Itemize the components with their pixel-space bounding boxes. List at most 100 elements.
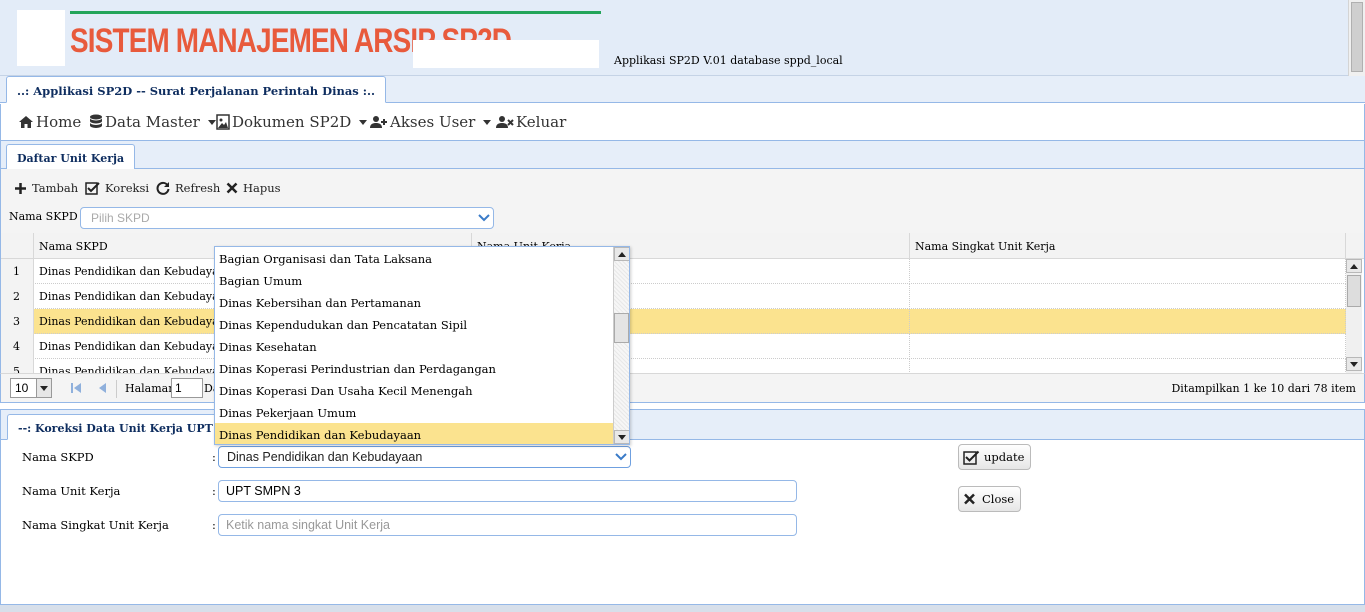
pager-separator	[116, 380, 117, 398]
dropdown-option[interactable]: Dinas Pekerjaan Umum	[215, 401, 613, 423]
koreksi-button[interactable]: Koreksi	[85, 181, 149, 195]
remove-user-icon	[496, 116, 514, 128]
grid-scrollbar[interactable]	[1346, 259, 1362, 373]
tab-daftar-unit-kerja[interactable]: Daftar Unit Kerja	[6, 144, 136, 170]
page-number-input[interactable]: 1	[171, 378, 203, 398]
arrow-down-icon	[618, 434, 626, 440]
menu-keluar[interactable]: Keluar	[496, 113, 566, 131]
page-scrollbar[interactable]	[1348, 0, 1365, 76]
table-row[interactable]: 2 Dinas Pendidikan dan Kebudayaan	[1, 284, 1346, 309]
close-label: Close	[982, 492, 1015, 506]
skpd-filter-placeholder: Pilih SKPD	[91, 211, 150, 225]
menu-data-master[interactable]: Data Master	[89, 113, 216, 131]
scroll-up-button[interactable]	[614, 247, 629, 261]
scroll-down-button[interactable]	[1346, 357, 1362, 371]
arrow-up-icon	[1350, 263, 1358, 269]
colon: :	[212, 484, 216, 498]
row-number-header	[1, 233, 34, 259]
dropdown-option[interactable]: Bagian Organisasi dan Tata Laksana	[215, 247, 613, 269]
dropdown-scrollbar[interactable]	[613, 247, 629, 444]
dropdown-option[interactable]: Dinas Kebersihan dan Pertamanan	[215, 291, 613, 313]
banner-blank-area	[413, 40, 599, 68]
app-version: Applikasi SP2D V.01 database sppd_local	[614, 54, 843, 67]
scroll-up-button[interactable]	[1346, 259, 1362, 273]
nama-skpd-label: Nama SKPD	[22, 450, 94, 464]
cell-nama-singkat	[910, 359, 1346, 373]
menu-dokumen-label: Dokumen SP2D	[232, 113, 352, 131]
nama-unit-kerja-input[interactable]: UPT SMPN 3	[218, 480, 797, 502]
dropdown-option[interactable]: Dinas Koperasi Dan Usaha Kecil Menengah	[215, 379, 613, 401]
form-tab-strip: --: Koreksi Data Unit Kerja UPT SMP	[1, 410, 1364, 440]
menu-akses-user-label: Akses User	[390, 113, 476, 131]
scroll-down-button[interactable]	[614, 430, 629, 444]
update-label: update	[984, 450, 1025, 464]
skpd-filter-label: Nama SKPD :	[9, 210, 85, 223]
menu-dokumen-sp2d[interactable]: Dokumen SP2D	[216, 113, 368, 131]
hapus-button[interactable]: Hapus	[226, 181, 281, 195]
menu-home-label: Home	[36, 113, 82, 131]
chevron-down-icon	[475, 208, 493, 228]
prev-page-icon[interactable]	[96, 382, 108, 394]
grid-pager: 10 Halaman 1 Da Ditampilkan 1 ke 10 dari…	[0, 373, 1365, 403]
row-number: 3	[1, 309, 34, 334]
menu-bar: Home Data Master Dokumen SP2D Akses User…	[0, 104, 1365, 140]
nama-unit-kerja-label: Nama Unit Kerja	[22, 484, 121, 498]
skpd-filter-combobox[interactable]: Pilih SKPD	[80, 207, 494, 229]
app-banner: SISTEM MANAJEMEN ARSIP SP2D Applikasi SP…	[0, 0, 1348, 76]
page-scrollbar-thumb[interactable]	[1351, 2, 1363, 72]
row-number: 2	[1, 284, 34, 309]
close-button[interactable]: Close	[958, 486, 1022, 512]
cell-nama-singkat	[910, 284, 1346, 309]
menu-keluar-label: Keluar	[516, 113, 567, 131]
skpd-filter-bar: Nama SKPD : Pilih SKPD	[0, 205, 1365, 233]
close-icon	[964, 493, 975, 505]
grid-header: Nama SKPD Nama Unit Kerja Nama Singkat U…	[1, 233, 1364, 259]
tambah-button[interactable]: Tambah	[14, 181, 78, 195]
chevron-down-icon	[359, 119, 368, 125]
menu-data-master-label: Data Master	[105, 113, 200, 131]
nama-skpd-combobox[interactable]: Dinas Pendidikan dan Kebudayaan	[218, 446, 631, 468]
page-size-select[interactable]: 10	[10, 378, 52, 398]
table-row[interactable]: 4 Dinas Pendidikan dan Kebudayaan	[1, 334, 1346, 359]
dropdown-option[interactable]: Bagian Umum	[215, 269, 613, 291]
table-row[interactable]: 5 Dinas Pendidikan dan Kebudayaan	[1, 359, 1346, 373]
main-tab-strip: ..: Applikasi SP2D -- Surat Perjalanan P…	[0, 76, 1365, 103]
dropdown-option[interactable]: Dinas Kesehatan	[215, 335, 613, 357]
arrow-down-icon	[1350, 361, 1358, 367]
dropdown-option[interactable]: Dinas Kependudukan dan Pencatatan Sipil	[215, 313, 613, 335]
dropdown-scrollbar-thumb[interactable]	[614, 313, 629, 343]
cell-nama-singkat	[910, 309, 1346, 334]
bottom-status-strip	[0, 605, 1365, 612]
table-row-selected[interactable]: 3 Dinas Pendidikan dan Kebudayaan	[1, 309, 1346, 334]
update-button[interactable]: update	[958, 444, 1032, 470]
dropdown-option[interactable]: Dinas Koperasi Perindustrian dan Perdaga…	[215, 357, 613, 379]
skpd-dropdown-list[interactable]: Bagian Organisasi dan Tata Laksana Bagia…	[214, 246, 630, 445]
page-size-value: 10	[15, 381, 29, 395]
colon: :	[212, 450, 216, 464]
dropdown-option-selected[interactable]: Dinas Pendidikan dan Kebudayaan	[215, 423, 613, 444]
first-page-icon[interactable]	[70, 382, 82, 394]
tab-applikasi-sp2d[interactable]: ..: Applikasi SP2D -- Surat Perjalanan P…	[6, 76, 387, 103]
pager-summary: Ditampilkan 1 ke 10 dari 78 item	[1171, 382, 1356, 395]
cell-nama-singkat	[910, 259, 1346, 284]
hapus-label: Hapus	[243, 181, 281, 195]
chevron-down-icon	[207, 119, 216, 125]
column-header-nama-singkat[interactable]: Nama Singkat Unit Kerja	[910, 233, 1346, 259]
refresh-button[interactable]: Refresh	[156, 181, 220, 195]
banner-divider	[70, 11, 601, 14]
menu-home[interactable]: Home	[18, 113, 81, 131]
cell-nama-singkat	[910, 334, 1346, 359]
database-icon	[90, 114, 102, 128]
row-number: 1	[1, 259, 34, 284]
tambah-label: Tambah	[32, 181, 79, 195]
plus-icon	[15, 182, 26, 194]
nama-singkat-label: Nama Singkat Unit Kerja	[22, 518, 169, 532]
koreksi-form-panel: --: Koreksi Data Unit Kerja UPT SMP Nama…	[0, 409, 1365, 605]
grid-scrollbar-thumb[interactable]	[1347, 275, 1361, 307]
chevron-down-icon	[612, 447, 630, 467]
koreksi-label: Koreksi	[105, 181, 150, 195]
table-row[interactable]: 1 Dinas Pendidikan dan Kebudayaan	[1, 259, 1346, 284]
halaman-label: Halaman	[125, 382, 176, 395]
menu-akses-user[interactable]: Akses User	[370, 113, 492, 131]
nama-singkat-input[interactable]: Ketik nama singkat Unit Kerja	[218, 514, 797, 536]
